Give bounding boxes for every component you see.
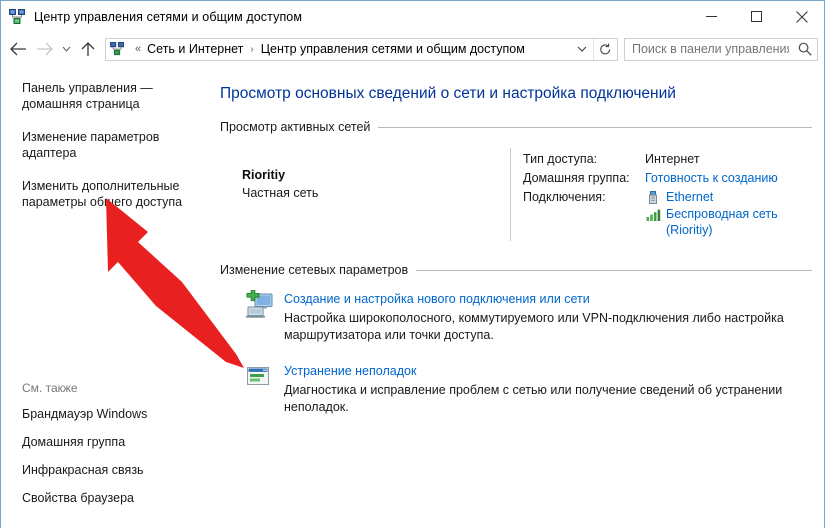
- detail-row-connections: Подключения: Ethernet Беспроводная сеть …: [523, 189, 812, 239]
- task-new-connection-body: Создание и настройка нового подключения …: [284, 290, 812, 344]
- task-new-connection-link[interactable]: Создание и настройка нового подключения …: [284, 291, 590, 307]
- recent-locations-button[interactable]: [57, 36, 75, 62]
- access-type-value: Интернет: [645, 152, 700, 166]
- connection-ethernet-label[interactable]: Ethernet: [666, 189, 713, 205]
- connection-ethernet[interactable]: Ethernet: [645, 189, 812, 205]
- task-troubleshoot-link[interactable]: Устранение неполадок: [284, 363, 416, 379]
- search-box[interactable]: [624, 37, 818, 61]
- network-name: Rioritiy: [242, 168, 286, 182]
- main-panel: Просмотр основных сведений о сети и наст…: [214, 66, 824, 528]
- network-details: Тип доступа: Интернет Домашняя группа: Г…: [510, 148, 812, 241]
- search-icon[interactable]: [793, 39, 817, 60]
- homegroup-value-link[interactable]: Готовность к созданию: [645, 170, 778, 187]
- task-troubleshoot[interactable]: Устранение неполадок Диагностика и испра…: [220, 362, 812, 416]
- task-new-connection-description: Настройка широкополосного, коммутируемог…: [284, 311, 784, 342]
- up-button[interactable]: [75, 36, 101, 62]
- sidebar-item-change-adapter-settings[interactable]: Изменение параметров адаптера: [22, 129, 200, 161]
- navigation-bar: « Сеть и Интернет › Центр управления сет…: [1, 32, 824, 66]
- task-troubleshoot-body: Устранение неполадок Диагностика и испра…: [284, 362, 812, 416]
- detail-row-homegroup: Домашняя группа: Готовность к созданию: [523, 170, 812, 187]
- connection-wireless[interactable]: Беспроводная сеть (Rioritiy): [645, 206, 812, 238]
- network-sharing-center-window: Центр управления сетями и общим доступом: [0, 0, 825, 528]
- homegroup-label: Домашняя группа:: [523, 171, 630, 185]
- task-new-connection[interactable]: Создание и настройка нового подключения …: [220, 289, 812, 344]
- active-networks-label: Просмотр активных сетей: [220, 120, 371, 134]
- refresh-icon[interactable]: [593, 38, 617, 60]
- address-bar-network-icon: [110, 42, 125, 56]
- window-controls: [689, 1, 824, 32]
- see-also-section: См. также Брандмауэр Windows Домашняя гр…: [22, 381, 212, 518]
- minimize-button[interactable]: [689, 1, 734, 32]
- maximize-button[interactable]: [734, 1, 779, 32]
- change-settings-section: Изменение сетевых параметров Создание и …: [220, 263, 812, 416]
- active-networks-header: Просмотр активных сетей: [220, 120, 812, 134]
- access-type-label: Тип доступа:: [523, 152, 598, 166]
- address-bar[interactable]: « Сеть и Интернет › Центр управления сет…: [105, 37, 618, 61]
- detail-row-access-type: Тип доступа: Интернет: [523, 151, 812, 168]
- connection-wireless-label[interactable]: Беспроводная сеть (Rioritiy): [666, 206, 812, 238]
- wireless-signal-icon: [645, 207, 661, 223]
- back-button[interactable]: [5, 36, 31, 62]
- new-connection-icon: [242, 289, 274, 320]
- see-also-item-internet-options[interactable]: Свойства браузера: [22, 490, 212, 506]
- see-also-item-windows-firewall[interactable]: Брандмауэр Windows: [22, 406, 212, 422]
- see-also-heading: См. также: [22, 381, 78, 395]
- change-settings-header: Изменение сетевых параметров: [220, 263, 812, 277]
- forward-button[interactable]: [31, 36, 57, 62]
- troubleshoot-icon: [242, 362, 274, 392]
- section-divider: [378, 126, 812, 128]
- section-divider: [416, 269, 812, 271]
- search-input[interactable]: [625, 42, 793, 56]
- sidebar-item-advanced-sharing-settings[interactable]: Изменить дополнительные параметры общего…: [22, 178, 200, 210]
- close-button[interactable]: [779, 1, 824, 32]
- content-area: Панель управления — домашняя страница Из…: [1, 66, 824, 528]
- task-troubleshoot-description: Диагностика и исправление проблем с сеть…: [284, 383, 783, 414]
- sidebar: Панель управления — домашняя страница Из…: [1, 66, 214, 528]
- see-also-item-infrared[interactable]: Инфракрасная связь: [22, 462, 212, 478]
- change-settings-label: Изменение сетевых параметров: [220, 263, 409, 277]
- page-title: Просмотр основных сведений о сети и наст…: [220, 85, 676, 102]
- connections-label: Подключения:: [523, 190, 606, 204]
- title-bar: Центр управления сетями и общим доступом: [1, 1, 824, 32]
- network-type: Частная сеть: [242, 186, 319, 200]
- network-identity: Rioritiy Частная сеть: [220, 148, 510, 241]
- sidebar-item-control-panel-home[interactable]: Панель управления — домашняя страница: [22, 80, 200, 112]
- breadcrumb-item-network-sharing-center[interactable]: Центр управления сетями и общим доступом: [260, 42, 526, 56]
- see-also-item-homegroup[interactable]: Домашняя группа: [22, 434, 212, 450]
- active-network-block: Rioritiy Частная сеть Тип доступа: Интер…: [220, 136, 812, 241]
- breadcrumb-separator-icon: ›: [250, 43, 254, 55]
- breadcrumb-overflow[interactable]: «: [130, 43, 146, 55]
- window-title: Центр управления сетями и общим доступом: [34, 9, 303, 24]
- network-sharing-icon: [9, 8, 26, 25]
- ethernet-icon: [645, 190, 661, 206]
- address-dropdown-icon[interactable]: [571, 39, 593, 60]
- breadcrumb-item-network-internet[interactable]: Сеть и Интернет: [146, 42, 244, 56]
